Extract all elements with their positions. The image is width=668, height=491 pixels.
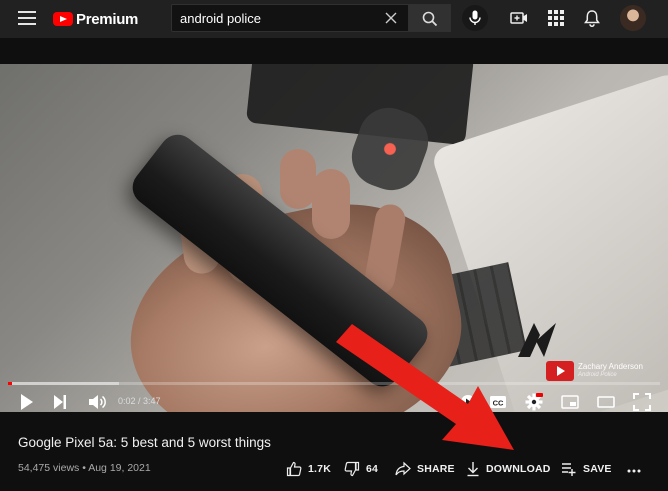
miniplayer-icon[interactable]	[561, 393, 579, 411]
clear-search-icon[interactable]	[384, 11, 398, 25]
theater-mode-icon[interactable]	[597, 393, 615, 411]
buffered-bar	[8, 382, 119, 385]
save-button[interactable]: SAVE	[561, 459, 612, 479]
credit-name: Zachary Anderson	[578, 362, 643, 371]
apps-grid-icon[interactable]	[547, 9, 565, 27]
volume-icon[interactable]	[88, 393, 106, 411]
subtitles-cc-icon[interactable]: CC	[489, 393, 507, 411]
like-button[interactable]: 1.7K	[286, 459, 331, 479]
video-frame-hand	[312, 169, 350, 239]
download-icon	[467, 462, 479, 477]
microphone-icon	[469, 10, 481, 25]
search-button[interactable]	[409, 4, 451, 32]
video-title: Google Pixel 5a: 5 best and 5 worst thin…	[18, 435, 271, 450]
brand-label: Premium	[76, 10, 139, 28]
settings-gear-icon[interactable]	[525, 393, 543, 411]
account-avatar[interactable]	[620, 5, 646, 31]
android-police-watermark-icon	[518, 323, 556, 357]
more-actions-button[interactable]	[627, 459, 647, 479]
fullscreen-icon[interactable]	[633, 393, 651, 411]
play-icon[interactable]	[20, 393, 34, 411]
time-display: 0:02 / 3:47	[118, 396, 161, 406]
youtube-premium-logo[interactable]: Premium	[53, 9, 138, 29]
dislike-button[interactable]: 64	[344, 459, 378, 479]
video-frame-hand	[280, 149, 316, 209]
menu-icon[interactable]	[18, 11, 36, 25]
add-to-playlist-icon	[562, 463, 576, 476]
voice-search-button[interactable]	[462, 5, 488, 31]
credit-source: Android Police	[578, 372, 617, 378]
youtube-logo-icon	[546, 361, 574, 381]
thumbs-up-icon	[286, 461, 302, 477]
search-input[interactable]	[180, 9, 380, 27]
autoplay-toggle-icon[interactable]	[458, 393, 476, 411]
search-box[interactable]	[171, 4, 409, 32]
save-label: SAVE	[583, 463, 612, 475]
player-controls: 0:02 / 3:47 CC	[0, 388, 668, 416]
share-button[interactable]: SHARE	[395, 459, 455, 479]
progress-bar[interactable]	[8, 382, 660, 385]
create-video-icon[interactable]	[510, 9, 528, 27]
search-icon	[422, 11, 438, 27]
download-button[interactable]: DOWNLOAD	[466, 459, 551, 479]
like-count: 1.7K	[308, 463, 331, 475]
next-video-icon[interactable]	[53, 393, 67, 411]
download-label: DOWNLOAD	[486, 463, 551, 475]
video-player[interactable]: Zachary Anderson Android Police	[0, 64, 668, 412]
more-horizontal-icon	[627, 469, 641, 473]
thumbs-down-icon	[344, 461, 360, 477]
share-label: SHARE	[417, 463, 455, 475]
notifications-bell-icon[interactable]	[583, 9, 601, 27]
youtube-logo-icon	[53, 12, 73, 26]
dislike-count: 64	[366, 463, 379, 475]
masthead: Premium	[0, 0, 668, 38]
video-meta: 54,475 views • Aug 19, 2021	[18, 462, 151, 474]
svg-text:CC: CC	[493, 399, 504, 408]
played-bar	[8, 382, 12, 385]
share-arrow-icon	[395, 461, 411, 476]
